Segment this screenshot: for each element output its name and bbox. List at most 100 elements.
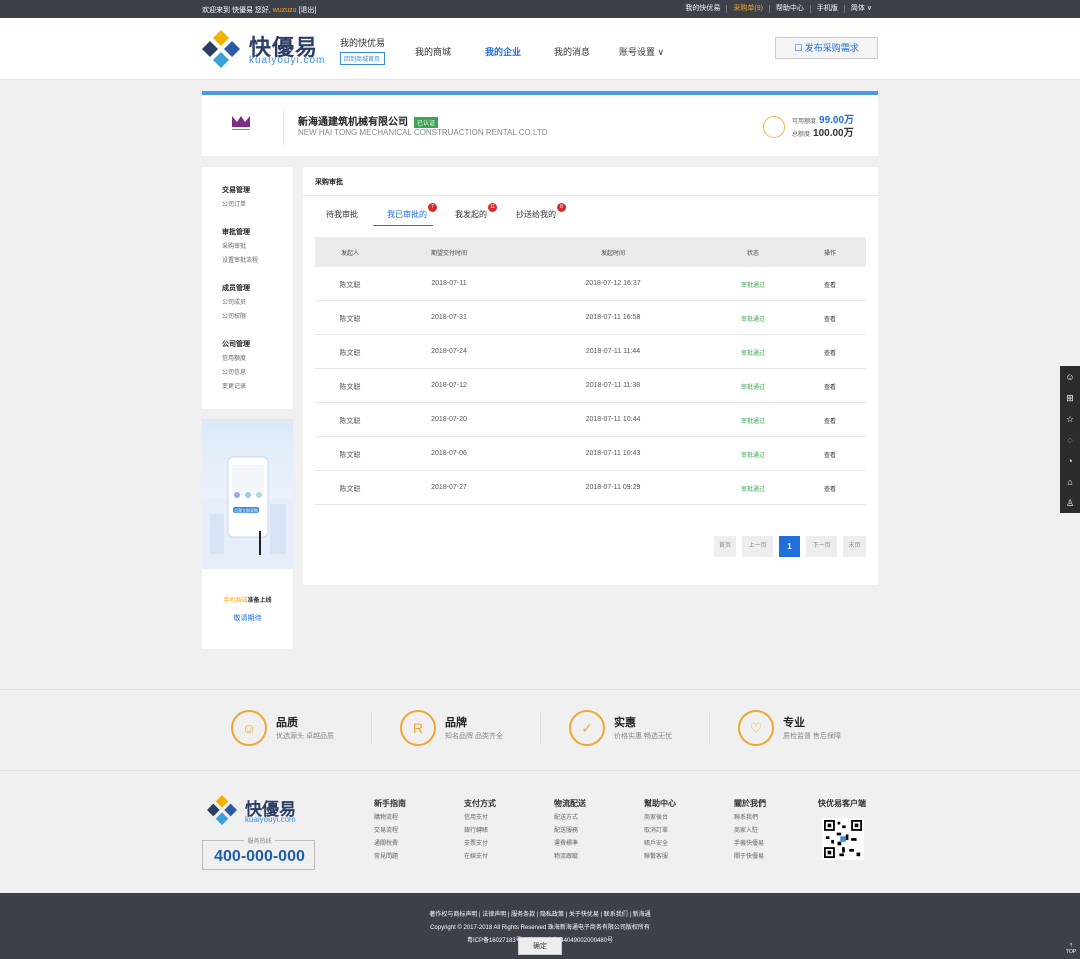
footer-link[interactable]: 賬戶安全 <box>644 838 676 851</box>
welcome-text: 欢迎来到 快優易 您好, wuzuzu [退出] <box>202 5 316 15</box>
tab-pending[interactable]: 待我审批 <box>326 209 358 220</box>
right-toolbar: ☺ ⊞ ☆ ◌ ◔ ⌂ ♙ <box>1060 366 1080 513</box>
sidebar-item-change-log[interactable]: 变更记录 <box>222 381 246 390</box>
chat-icon[interactable]: ◌ <box>1064 434 1076 446</box>
footer-col-guide: 新手指南 購物流程 交易流程 通關稅費 常見問題 <box>374 797 406 864</box>
hotline-box: 服务热线 400-000-000 <box>202 839 315 870</box>
verified-badge: 已认证 <box>414 116 439 128</box>
view-link[interactable]: 查看 <box>824 450 836 459</box>
cell-status: 审批通过 <box>740 351 766 357</box>
footer-link[interactable]: 在線支付 <box>464 851 496 864</box>
ok-button[interactable]: 确定 <box>518 937 562 955</box>
footer-link[interactable]: 手機快優易 <box>734 838 766 851</box>
footer-link[interactable]: 信用支付 <box>464 812 496 825</box>
footer-link[interactable]: 物流跟蹤 <box>554 851 586 864</box>
publish-request-button[interactable]: ☐ 发布采购需求 <box>775 37 878 59</box>
star-icon[interactable]: ☆ <box>1064 413 1076 425</box>
feature-value: ✓ 实惠 价格实惠 畅选无忧 <box>569 710 729 750</box>
table-row: 陈文聪 2018-07-24 2018-07-11 11:44 审批通过 查看 <box>315 335 866 369</box>
view-link[interactable]: 查看 <box>824 280 836 289</box>
cell-created-time: 2018-07-11 09:29 <box>585 484 641 491</box>
view-link[interactable]: 查看 <box>824 484 836 493</box>
hotline-number: 400-000-000 <box>214 848 305 865</box>
table-row: 陈文聪 2018-07-27 2018-07-11 09:29 审批通过 查看 <box>315 471 866 505</box>
credit-quota: 可用额度 99.00万 总额度 100.00万 <box>792 115 854 141</box>
footer-link[interactable]: 運費標準 <box>554 838 586 851</box>
pro-icon: ♡ <box>738 710 774 746</box>
sidebar: 交易管理 公司订单 审批管理 采购审批 设置审批流程 成员管理 公司成员 公司权… <box>202 167 293 409</box>
logout-link[interactable]: [退出] <box>298 7 316 14</box>
view-link[interactable]: 查看 <box>824 314 836 323</box>
col-initiator: 发起人 <box>340 251 360 257</box>
cart-icon[interactable]: ⊞ <box>1064 392 1076 404</box>
footer-link[interactable]: 配送服務 <box>554 825 586 838</box>
footer-link[interactable]: 通關稅費 <box>374 838 406 851</box>
divider <box>540 712 541 744</box>
history-icon[interactable]: ◔ <box>1064 455 1076 467</box>
nav-account-settings[interactable]: 账号设置 ∨ <box>619 45 664 58</box>
logo-text-en: kuaiyouyi.com <box>249 55 326 66</box>
view-link[interactable]: 查看 <box>824 416 836 425</box>
my-kuaiyou-link[interactable]: 我的快优易 <box>679 5 726 13</box>
feature-pro: ♡ 专业 质检监督 售后保障 <box>738 710 898 750</box>
footer: 快優易 kuaiyouyi.com 服务热线 400-000-000 新手指南 … <box>0 770 1080 893</box>
footer-link[interactable]: 聯系我們 <box>734 812 766 825</box>
footer-link[interactable]: 常見問題 <box>374 851 406 864</box>
cell-created-time: 2018-07-11 11:44 <box>585 348 641 355</box>
back-to-top-button[interactable]: ⤒ TOP <box>1066 943 1076 955</box>
cell-status: 审批通过 <box>740 385 766 391</box>
sidebar-item-approval-flow[interactable]: 设置审批流程 <box>222 255 258 264</box>
sidebar-item-credit-limit[interactable]: 信用额度 <box>222 353 246 362</box>
pager-next[interactable]: 下一页 <box>806 536 837 557</box>
legal-links[interactable]: 著作权与商标声明 | 法律声明 | 服务条款 | 隐私政策 | 关于快优易 | … <box>0 909 1080 918</box>
cell-created-time: 2018-07-11 16:58 <box>585 314 641 321</box>
user-icon[interactable]: ☺ <box>1064 371 1076 383</box>
nav-my-mall[interactable]: 我的商城 <box>415 45 451 58</box>
footer-link[interactable]: 配送方式 <box>554 812 586 825</box>
sidebar-item-purchase-approval[interactable]: 采购审批 <box>222 241 246 250</box>
footer-link[interactable]: 聯繫客服 <box>644 851 676 864</box>
tab-initiated[interactable]: 我发起的 <box>455 209 487 220</box>
sidebar-item-permissions[interactable]: 公司权限 <box>222 311 246 320</box>
footer-logo[interactable]: 快優易 kuaiyouyi.com <box>207 795 317 825</box>
footer-col-title: 幫助中心 <box>644 799 676 808</box>
purchase-list-link[interactable]: 采购单(9) <box>726 5 769 13</box>
nav-my-messages[interactable]: 我的消息 <box>554 45 590 58</box>
footer-link[interactable]: 關于快優易 <box>734 851 766 864</box>
back-to-mall-button[interactable]: 回到商城首页 <box>340 52 386 65</box>
pager-last[interactable]: 末页 <box>843 536 866 557</box>
username[interactable]: wuzuzu <box>273 7 297 14</box>
cell-initiator: 陈文聪 <box>339 384 361 391</box>
footer-link[interactable]: 取消訂單 <box>644 825 676 838</box>
footer-link[interactable]: 銀行轉賬 <box>464 825 496 838</box>
approval-panel: 采购审批 待我审批 我已审批的 7 我发起的 11 抄送给我的 8 发起人 期望… <box>303 167 878 585</box>
pager-current[interactable]: 1 <box>779 536 800 557</box>
footer-link[interactable]: 支票支付 <box>464 838 496 851</box>
help-link[interactable]: 帮助中心 <box>768 5 810 13</box>
service-icon[interactable]: ♙ <box>1064 497 1076 509</box>
header: 快優易 kuaiyouyi.com 我的快优易 回到商城首页 我的商城 我的企业… <box>0 18 1080 80</box>
site-logo[interactable]: 快優易 kuaiyouyi.com <box>202 28 332 70</box>
sidebar-item-company-info[interactable]: 公司信息 <box>222 367 246 376</box>
footer-link[interactable]: 商家後台 <box>644 812 676 825</box>
pager-prev[interactable]: 上一页 <box>742 536 773 557</box>
footer-link[interactable]: 交易流程 <box>374 825 406 838</box>
mobile-link[interactable]: 手机版 <box>809 5 844 13</box>
feature-quality: ☺ 品质 优选源头 卓越品质 <box>231 710 391 750</box>
feature-subtitle: 质检监督 售后保障 <box>783 733 841 740</box>
nav-my-company[interactable]: 我的企业 <box>485 45 521 58</box>
quality-icon: ☺ <box>231 710 267 746</box>
edit-icon: ☐ <box>794 43 803 53</box>
sidebar-item-company-members[interactable]: 公司成员 <box>222 297 246 306</box>
sidebar-item-company-orders[interactable]: 公司订单 <box>222 199 246 208</box>
footer-link[interactable]: 購物流程 <box>374 812 406 825</box>
bag-icon[interactable]: ⌂ <box>1064 476 1076 488</box>
pager-first[interactable]: 首页 <box>714 536 736 557</box>
footer-link[interactable]: 商家入駐 <box>734 825 766 838</box>
promo-line2: 敬请期待 <box>233 615 262 622</box>
language-select[interactable]: 简体 ∨ <box>843 5 878 13</box>
view-link[interactable]: 查看 <box>824 382 836 391</box>
tab-approved[interactable]: 我已审批的 <box>387 209 427 220</box>
tab-cc[interactable]: 抄送给我的 <box>516 209 556 220</box>
view-link[interactable]: 查看 <box>824 348 836 357</box>
